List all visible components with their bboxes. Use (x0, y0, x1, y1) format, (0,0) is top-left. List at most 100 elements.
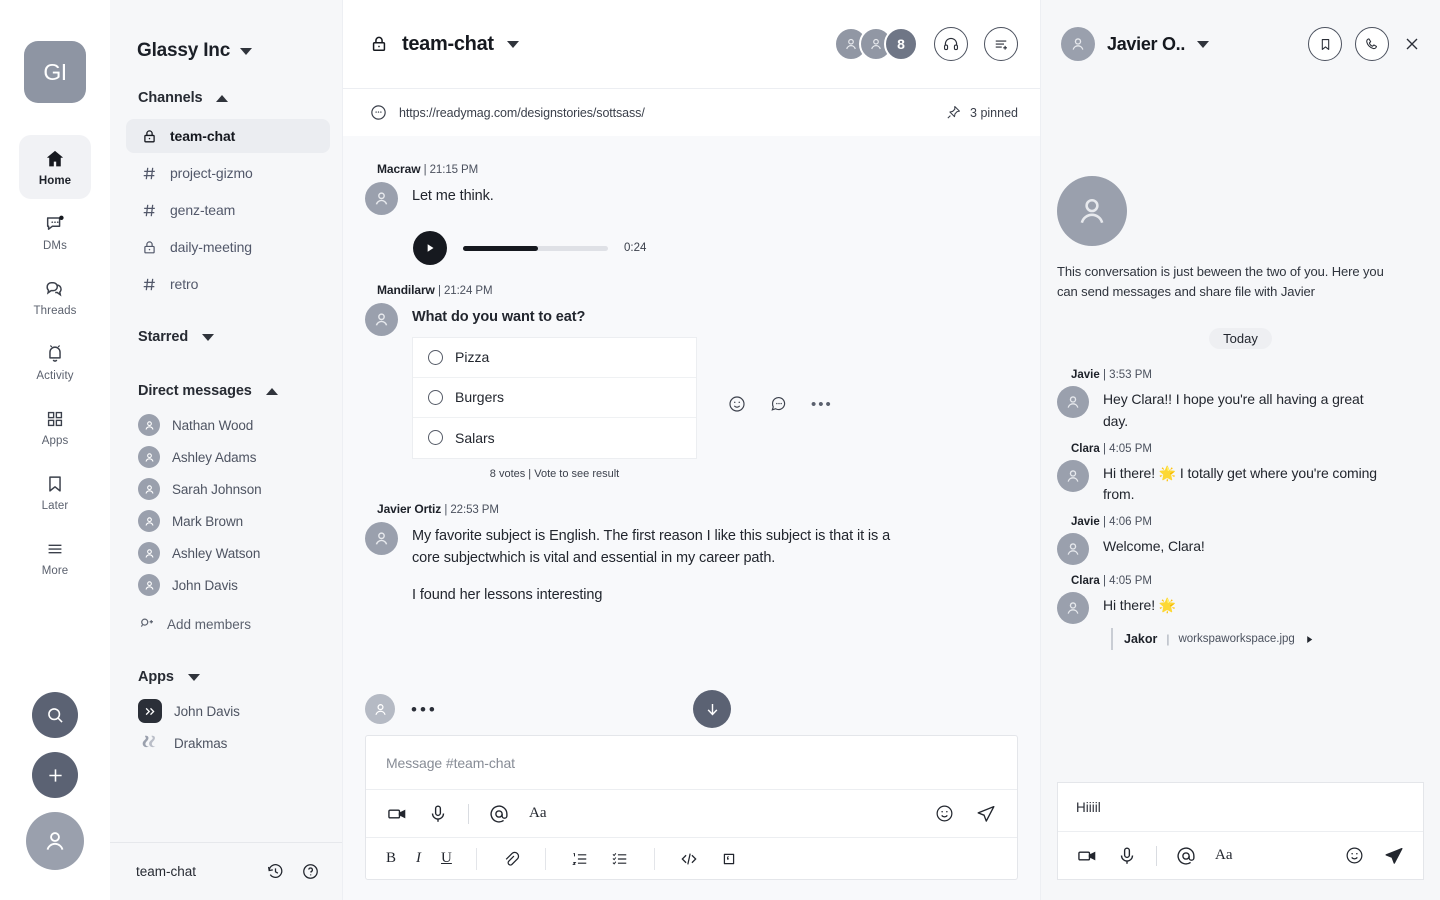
workspace-logo[interactable]: GI (24, 41, 86, 103)
rail-item-dms[interactable]: DMs (19, 200, 91, 264)
add-members-label: Add members (167, 616, 252, 632)
huddle-button[interactable] (934, 27, 968, 61)
rail-item-more[interactable]: More (19, 525, 91, 589)
video-icon[interactable] (386, 803, 408, 825)
poll-option-pizza[interactable]: Pizza (413, 338, 696, 378)
checklist-icon[interactable] (610, 849, 630, 869)
reply-icon[interactable] (769, 394, 789, 414)
section-starred[interactable]: Starred (110, 319, 342, 355)
message-item: Mandilarw | 21:24 PM What do you want to… (365, 283, 1018, 480)
emoji-icon[interactable] (934, 803, 955, 824)
poll-option-salars[interactable]: Salars (413, 418, 696, 458)
message-list: Macraw | 21:15 PM Let me think. 0:24 Man… (343, 136, 1040, 683)
font-icon[interactable]: Aa (1215, 847, 1233, 864)
sidebar-footer-channel: team-chat (136, 864, 197, 879)
font-icon[interactable]: Aa (529, 805, 547, 822)
sidebar-dm-ashley-adams[interactable]: Ashley Adams (138, 441, 330, 473)
section-direct-messages[interactable]: Direct messages (110, 373, 342, 409)
section-title: Apps (138, 669, 174, 685)
section-channels[interactable]: Channels (110, 80, 342, 116)
more-icon[interactable]: ••• (811, 397, 833, 412)
sidebar-dm-ashley-watson[interactable]: Ashley Watson (138, 537, 330, 569)
sidebar-dm-mark-brown[interactable]: Mark Brown (138, 505, 330, 537)
sidebar-channel-retro[interactable]: retro (126, 267, 330, 301)
sidebar-footer-actions (266, 862, 320, 881)
message-meta: Macraw | 21:15 PM (377, 162, 1018, 176)
play-triangle-icon[interactable] (1304, 634, 1315, 645)
link-icon[interactable] (501, 849, 521, 869)
play-button[interactable] (413, 231, 447, 265)
sidebar-channel-daily-meeting[interactable]: daily-meeting (126, 230, 330, 264)
video-icon[interactable] (1076, 845, 1098, 867)
toolbar-divider (468, 803, 469, 824)
drakmas-app-icon (138, 731, 162, 755)
mention-icon[interactable] (1175, 845, 1197, 867)
dm-message-text: Hi there! 🌟 I totally get where you're c… (1103, 464, 1377, 503)
search-icon (47, 707, 63, 723)
emoji-icon[interactable] (727, 394, 747, 414)
mic-icon[interactable] (427, 803, 449, 825)
add-members-button[interactable]: Add members (138, 607, 330, 641)
dm-message-time: 4:05 PM (1109, 442, 1152, 455)
code-icon[interactable] (679, 849, 699, 869)
rail-item-label: DMs (43, 239, 67, 252)
dm-message-item: Clara | 4:05 PM Hi there! 🌟 Jakor | work… (1057, 575, 1424, 651)
member-facepile[interactable]: 8 (834, 27, 918, 61)
sidebar-channel-project-gizmo[interactable]: project-gizmo (126, 156, 330, 190)
pin-icon (947, 106, 961, 119)
sidebar-channel-team-chat[interactable]: team-chat (126, 119, 330, 153)
mention-icon[interactable] (488, 803, 510, 825)
new-button[interactable] (32, 752, 78, 798)
rail-item-activity[interactable]: Activity (19, 330, 91, 394)
sidebar-channel-genz-team[interactable]: genz-team (126, 193, 330, 227)
message-input[interactable]: Message #team-chat (366, 736, 1017, 789)
sidebar-app-john-davis[interactable]: John Davis (138, 695, 330, 727)
rail-item-threads[interactable]: Threads (19, 265, 91, 329)
send-icon[interactable] (975, 803, 997, 825)
blockquote-icon[interactable] (719, 849, 739, 869)
sidebar-dm-sarah-johnson[interactable]: Sarah Johnson (138, 473, 330, 505)
rail-item-home[interactable]: Home (19, 135, 91, 199)
dm-attachment[interactable]: Jakor | workspaworkspace.jpg (1111, 628, 1424, 651)
dm-message-author: Javie (1071, 516, 1100, 529)
section-apps[interactable]: Apps (110, 659, 342, 695)
poll-option-burgers[interactable]: Burgers (413, 378, 696, 418)
send-icon[interactable] (1383, 845, 1405, 867)
chevron-down-icon (1197, 40, 1210, 48)
close-button[interactable] (1402, 34, 1422, 54)
rail-item-apps[interactable]: Apps (19, 395, 91, 459)
history-icon[interactable] (266, 862, 285, 881)
sidebar-dm-nathan-wood[interactable]: Nathan Wood (138, 409, 330, 441)
emoji-icon[interactable] (1344, 845, 1365, 866)
dm-message-input[interactable]: Hiiiil (1058, 783, 1423, 831)
channel-header-actions: 8 (834, 27, 1018, 61)
sidebar-dm-john-davis[interactable]: John Davis (138, 569, 330, 601)
message-body: My favorite subject is English. The firs… (365, 521, 1018, 607)
dm-user-button[interactable]: Javier O.. (1061, 27, 1210, 61)
bold-icon[interactable]: B (386, 850, 396, 867)
profile-avatar[interactable] (26, 812, 84, 870)
italic-icon[interactable]: I (416, 850, 421, 867)
channel-topic[interactable]: https://readymag.com/designstories/sotts… (369, 103, 645, 122)
audio-player[interactable]: 0:24 (413, 231, 1018, 265)
ordered-list-icon[interactable] (570, 849, 590, 869)
section-title: Starred (138, 329, 189, 345)
dm-panel-header: Javier O.. (1041, 0, 1440, 88)
underline-icon[interactable]: U (441, 850, 452, 867)
sidebar-app-drakmas[interactable]: Drakmas (138, 727, 330, 759)
audio-progress-track[interactable] (463, 245, 608, 251)
help-icon[interactable] (301, 862, 320, 881)
search-button[interactable] (32, 692, 78, 738)
workspace-switcher[interactable]: Glassy Inc (110, 0, 342, 62)
channel-details-button[interactable] (984, 27, 1018, 61)
mic-icon[interactable] (1116, 845, 1138, 867)
scroll-to-bottom-button[interactable] (693, 690, 731, 728)
avatar (365, 182, 398, 215)
rail-item-later[interactable]: Later (19, 460, 91, 524)
bookmark-icon (44, 473, 66, 495)
save-button[interactable] (1308, 27, 1342, 61)
pinned-button[interactable]: 3 pinned (945, 104, 1018, 121)
dm-message-body: Hi there! 🌟 I totally get where you're c… (1057, 459, 1424, 506)
call-button[interactable] (1355, 27, 1389, 61)
channel-title-button[interactable]: team-chat (369, 33, 519, 56)
